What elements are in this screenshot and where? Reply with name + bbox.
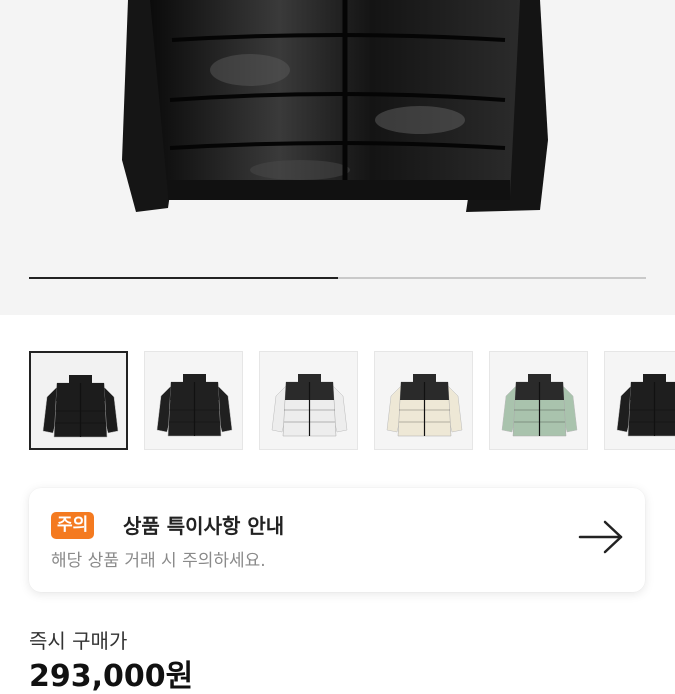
- jacket-sage-icon: [501, 374, 578, 437]
- thumbnail-2[interactable]: [144, 351, 243, 450]
- thumbnail-1[interactable]: [29, 351, 128, 450]
- notice-subtitle: 해당 상품 거래 시 주의하세요.: [51, 551, 266, 571]
- puffer-jacket-image: [122, 0, 548, 212]
- caution-badge: 주의: [51, 512, 95, 539]
- jacket-black-matte-icon: [156, 374, 233, 437]
- thumbnail-4[interactable]: [374, 351, 473, 450]
- product-main-image[interactable]: [0, 0, 675, 315]
- gallery-progress-fill: [29, 277, 338, 279]
- thumbnail-5[interactable]: [489, 351, 588, 450]
- thumbnail-6[interactable]: [604, 351, 675, 450]
- thumbnail-3[interactable]: [259, 351, 358, 450]
- thumbnail-strip[interactable]: [29, 351, 675, 452]
- instant-buy-price-label: 즉시 구매가: [29, 629, 128, 653]
- instant-buy-price: 293,000원: [29, 659, 194, 694]
- notice-card[interactable]: 주의 상품 특이사항 안내 해당 상품 거래 시 주의하세요.: [29, 488, 645, 592]
- arrow-right-icon[interactable]: [578, 520, 624, 554]
- jacket-black-icon: [616, 374, 675, 437]
- jacket-black-shiny-icon: [42, 375, 119, 438]
- gallery-progress-track: [29, 277, 646, 279]
- notice-title: 상품 특이사항 안내: [123, 514, 285, 538]
- jacket-cream-icon: [386, 374, 463, 437]
- jacket-white-icon: [271, 374, 348, 437]
